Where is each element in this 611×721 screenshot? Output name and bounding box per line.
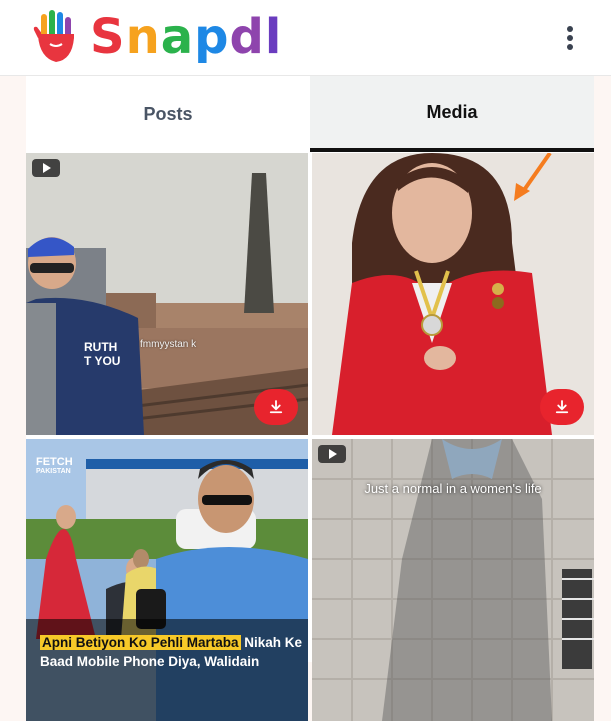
media-item[interactable]: Just a normal in a women's life [312, 439, 594, 721]
logo-letter: n [125, 9, 161, 65]
media-thumbnail [26, 439, 308, 721]
profile-content: Posts Media RUTH T YOU fmmyystan k FETCH… [26, 76, 594, 721]
media-item[interactable] [312, 153, 594, 435]
app-header: Snapdl [0, 0, 611, 76]
hand-logo-icon [33, 10, 74, 62]
video-play-icon [32, 159, 60, 177]
logo-wordmark: Snapdl [90, 8, 282, 66]
svg-text:RUTH: RUTH [84, 340, 117, 354]
media-item[interactable]: RUTH T YOU fmmyystan k [26, 153, 308, 435]
download-icon [555, 400, 569, 414]
download-icon [269, 400, 283, 414]
download-button[interactable] [254, 389, 298, 425]
logo-letter: S [90, 9, 126, 65]
logo-letter: l [264, 9, 283, 65]
video-caption: Just a normal in a women's life [364, 481, 542, 496]
kebab-menu-icon[interactable] [558, 24, 582, 52]
logo-letter: d [229, 9, 265, 65]
news-caption: Apni Betiyon Ko Pehli Martaba Nikah Ke B… [40, 633, 308, 671]
logo-letter: a [160, 9, 195, 65]
svg-text:T YOU: T YOU [84, 354, 120, 368]
watermark-text: fmmyystan k [140, 339, 197, 350]
download-button[interactable] [540, 389, 584, 425]
brand-sub: PAKISTAN [36, 468, 71, 475]
media-item[interactable]: FETCH PAKISTAN Apni Betiyon Ko Pehli Mar… [26, 439, 308, 721]
tab-media[interactable]: Media [310, 76, 594, 152]
tab-posts[interactable]: Posts [26, 76, 310, 152]
news-brand-logo: FETCH PAKISTAN [36, 457, 73, 477]
app-logo[interactable]: Snapdl [30, 8, 282, 66]
caption-highlight: Apni Betiyon Ko Pehli Martaba [40, 635, 241, 650]
logo-letter: p [194, 9, 230, 65]
tab-bar: Posts Media [26, 76, 594, 152]
video-play-icon [318, 445, 346, 463]
